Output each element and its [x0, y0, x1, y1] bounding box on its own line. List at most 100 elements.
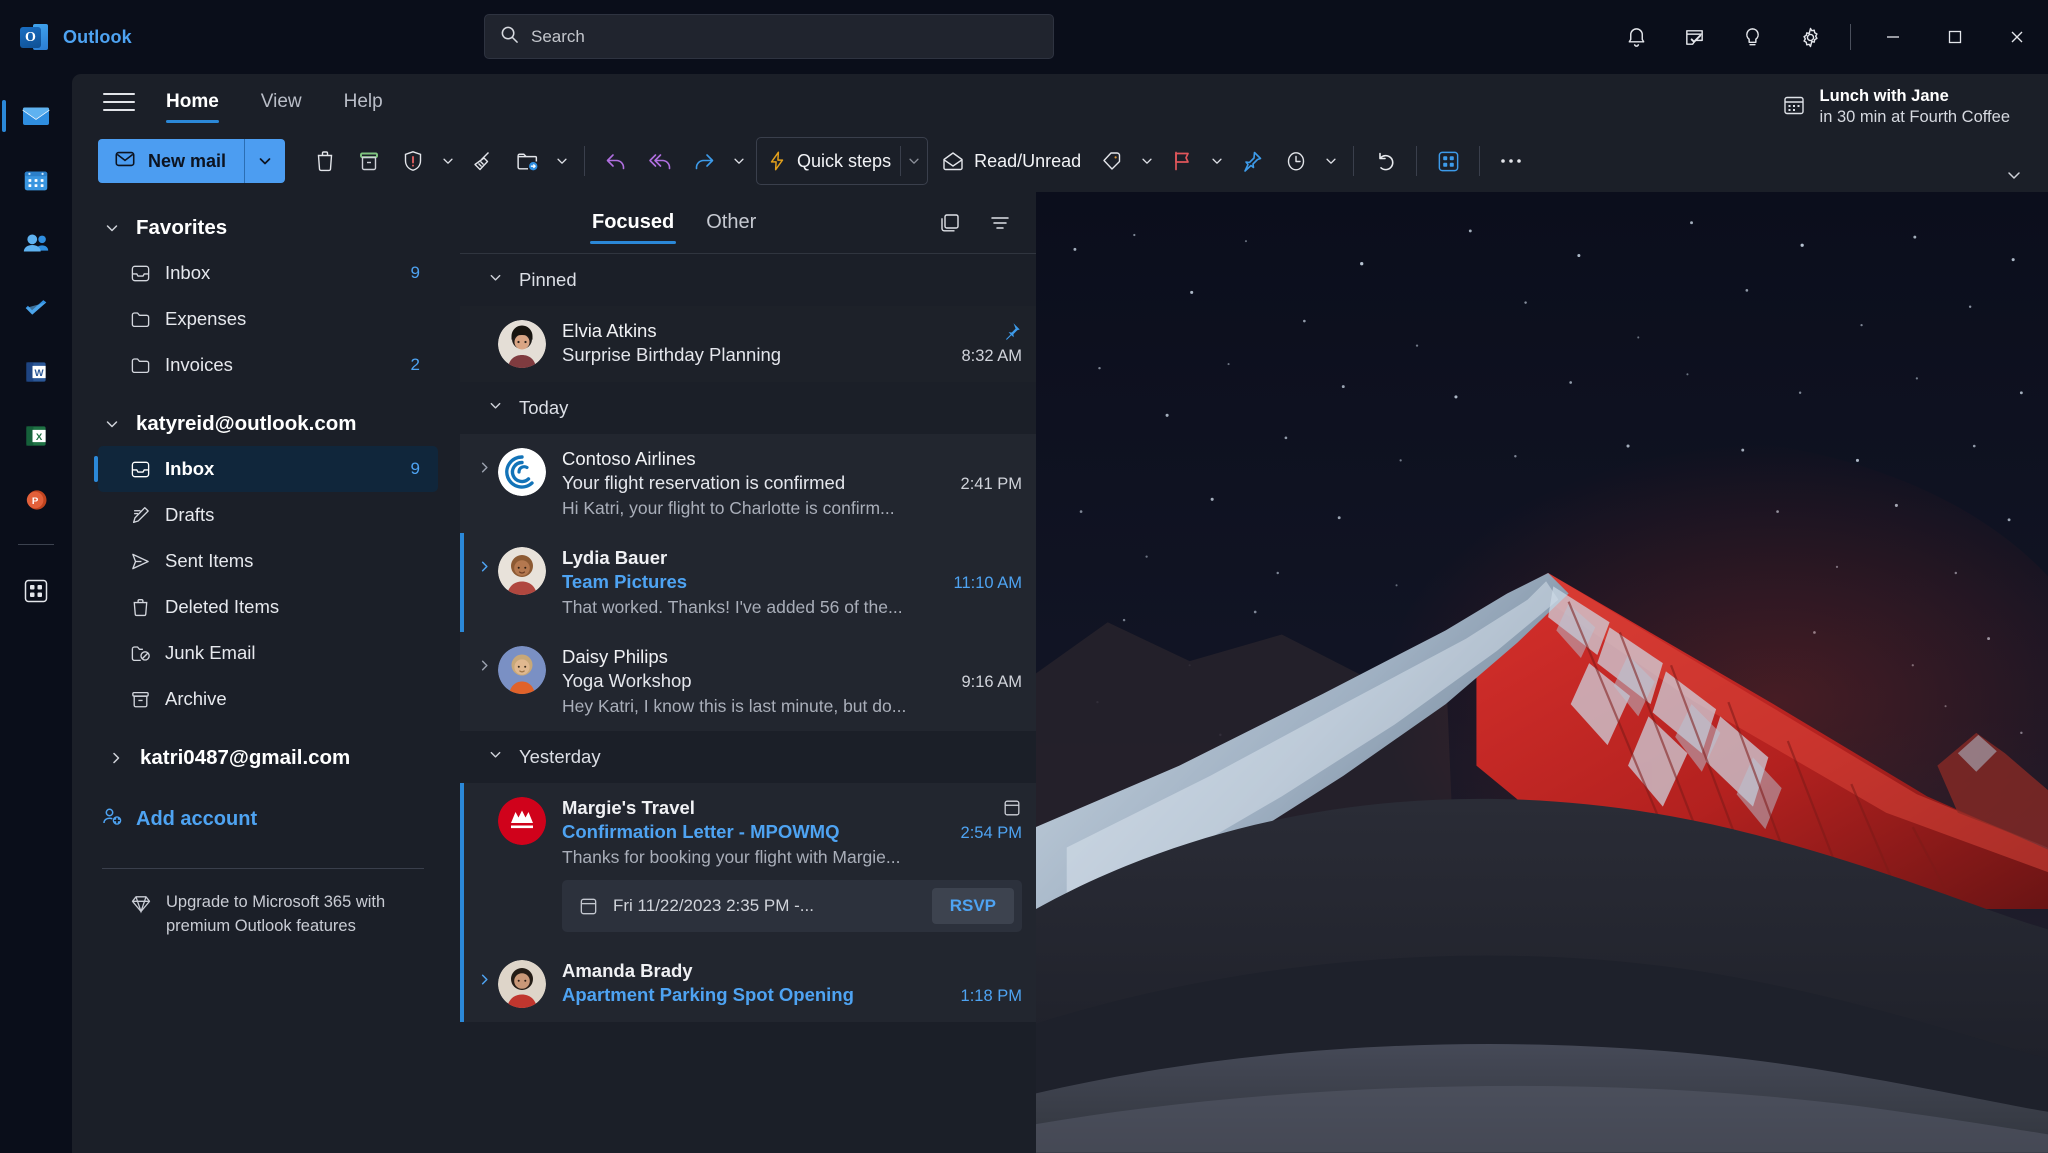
message-list-item[interactable]: Contoso Airlines Your flight reservation…	[460, 434, 1036, 533]
forward-button[interactable]	[682, 138, 726, 184]
flag-button[interactable]	[1160, 138, 1204, 184]
report-dropdown[interactable]	[435, 138, 461, 184]
message-list-item[interactable]: Lydia Bauer Team Pictures 11:10 AM That …	[460, 533, 1036, 632]
minimize-button[interactable]	[1862, 0, 1924, 74]
group-header-today[interactable]: Today	[460, 382, 1036, 434]
sidebar-item-favorites-inbox[interactable]: Inbox 9	[98, 250, 438, 296]
rail-apps[interactable]	[6, 561, 66, 621]
snooze-button[interactable]	[1274, 138, 1318, 184]
svg-text:W: W	[35, 368, 45, 379]
tab-help[interactable]: Help	[328, 79, 399, 125]
reply-button[interactable]	[594, 138, 638, 184]
expand-conversation-icon[interactable]	[470, 646, 498, 717]
undo-button[interactable]	[1363, 138, 1407, 184]
svg-text:P: P	[32, 496, 39, 507]
quick-steps-dropdown[interactable]	[901, 138, 927, 184]
hamburger-icon[interactable]	[98, 81, 140, 123]
pivot-focused[interactable]: Focused	[578, 194, 688, 252]
notifications-icon[interactable]	[1607, 13, 1665, 61]
message-list-item[interactable]: Daisy Philips Yoga Workshop 9:16 AM Hey …	[460, 632, 1036, 731]
group-header-pinned[interactable]: Pinned	[460, 254, 1036, 306]
search-input[interactable]	[531, 26, 1038, 47]
reading-pane	[1036, 192, 2048, 1153]
pin-button[interactable]	[1230, 138, 1274, 184]
tips-icon[interactable]	[1723, 13, 1781, 61]
message-list-item[interactable]: Margie's Travel Confirmation Letter - MP…	[460, 783, 1036, 946]
conversation-view-icon[interactable]	[928, 202, 972, 244]
move-to-dropdown[interactable]	[549, 138, 575, 184]
move-to-button[interactable]	[505, 138, 549, 184]
sidebar-item-inbox[interactable]: Inbox 9	[94, 446, 438, 492]
sidebar-item-junk[interactable]: Junk Email	[98, 630, 438, 676]
upcoming-meeting-chip[interactable]: Lunch with Jane in 30 min at Fourth Coff…	[1770, 80, 2022, 135]
avatar	[498, 448, 546, 496]
forward-dropdown[interactable]	[726, 138, 752, 184]
settings-icon[interactable]	[1781, 13, 1839, 61]
sweep-button[interactable]	[461, 138, 505, 184]
add-account-button[interactable]: Add account	[98, 796, 460, 842]
message-list-item[interactable]: Elvia Atkins Surprise Birthday Planning	[460, 306, 1036, 382]
lightning-icon	[770, 151, 784, 171]
mail-icon	[22, 107, 50, 125]
more-options-button[interactable]	[1489, 138, 1533, 184]
tag-button[interactable]	[1090, 138, 1134, 184]
rsvp-button[interactable]: RSVP	[931, 888, 1014, 924]
archive-button[interactable]	[347, 138, 391, 184]
group-header-yesterday[interactable]: Yesterday	[460, 731, 1036, 783]
pivot-other[interactable]: Other	[692, 194, 770, 252]
rail-mail[interactable]	[2, 86, 66, 146]
pin-icon[interactable]	[1001, 320, 1022, 342]
maximize-button[interactable]	[1924, 0, 1986, 74]
collapse-ribbon-button[interactable]	[1996, 160, 2032, 190]
outlook-logo-letter: O	[25, 29, 36, 45]
tab-home[interactable]: Home	[150, 79, 235, 125]
new-mail-dropdown[interactable]	[245, 139, 285, 183]
quick-steps-button[interactable]: Quick steps	[757, 138, 900, 184]
message-subject: Surprise Birthday Planning	[562, 344, 782, 365]
close-button[interactable]	[1986, 0, 2048, 74]
sidebar-item-expenses[interactable]: Expenses	[98, 296, 438, 342]
rail-powerpoint[interactable]: P	[6, 470, 66, 530]
snooze-dropdown[interactable]	[1318, 138, 1344, 184]
upgrade-promo[interactable]: Upgrade to Microsoft 365 with premium Ou…	[98, 869, 460, 939]
expand-conversation-icon[interactable]	[470, 960, 498, 1008]
expand-conversation-icon[interactable]	[470, 448, 498, 519]
search-box[interactable]	[484, 14, 1054, 59]
message-sender: Elvia Atkins	[562, 320, 657, 341]
tab-view[interactable]: View	[245, 79, 318, 125]
quick-steps-group: Quick steps	[756, 137, 929, 185]
favorites-group-header[interactable]: Favorites	[98, 206, 460, 250]
account-primary-header[interactable]: katyreid@outlook.com	[98, 402, 460, 446]
sidebar-item-deleted[interactable]: Deleted Items	[98, 584, 438, 630]
rail-people[interactable]	[6, 214, 66, 274]
delete-button[interactable]	[303, 138, 347, 184]
sidebar-item-sent[interactable]: Sent Items	[98, 538, 438, 584]
powerpoint-icon: P	[26, 490, 47, 510]
message-list-item[interactable]: Amanda Brady Apartment Parking Spot Open…	[460, 946, 1036, 1022]
rail-word[interactable]: W	[6, 342, 66, 402]
tag-dropdown[interactable]	[1134, 138, 1160, 184]
reply-all-button[interactable]	[638, 138, 682, 184]
sidebar-item-invoices[interactable]: Invoices 2	[98, 342, 438, 388]
expand-conversation-icon[interactable]	[470, 547, 498, 618]
rail-excel[interactable]: X	[6, 406, 66, 466]
apps-button[interactable]	[1426, 138, 1470, 184]
new-mail-button[interactable]: New mail	[98, 139, 286, 183]
avatar	[498, 797, 546, 845]
report-button[interactable]	[391, 138, 435, 184]
read-unread-button[interactable]: Read/Unread	[932, 138, 1090, 184]
filter-icon[interactable]	[978, 202, 1022, 244]
rail-calendar[interactable]	[6, 150, 66, 210]
flag-dropdown[interactable]	[1204, 138, 1230, 184]
message-sender: Margie's Travel	[562, 797, 695, 818]
pivot-focused-label: Focused	[592, 211, 675, 233]
rail-todo[interactable]	[6, 278, 66, 338]
new-mail-main[interactable]: New mail	[98, 139, 244, 183]
account-secondary-header[interactable]: katri0487@gmail.com	[98, 736, 460, 780]
message-list-scroll[interactable]: Pinned Elvia Atkins Surprise Birthday Pl…	[460, 254, 1036, 1153]
todo-icon[interactable]	[1665, 13, 1723, 61]
chevron-right-icon	[106, 750, 126, 766]
message-body: Contoso Airlines Your flight reservation…	[562, 448, 1022, 519]
sidebar-item-drafts[interactable]: Drafts	[98, 492, 438, 538]
sidebar-item-archive[interactable]: Archive	[98, 676, 438, 722]
